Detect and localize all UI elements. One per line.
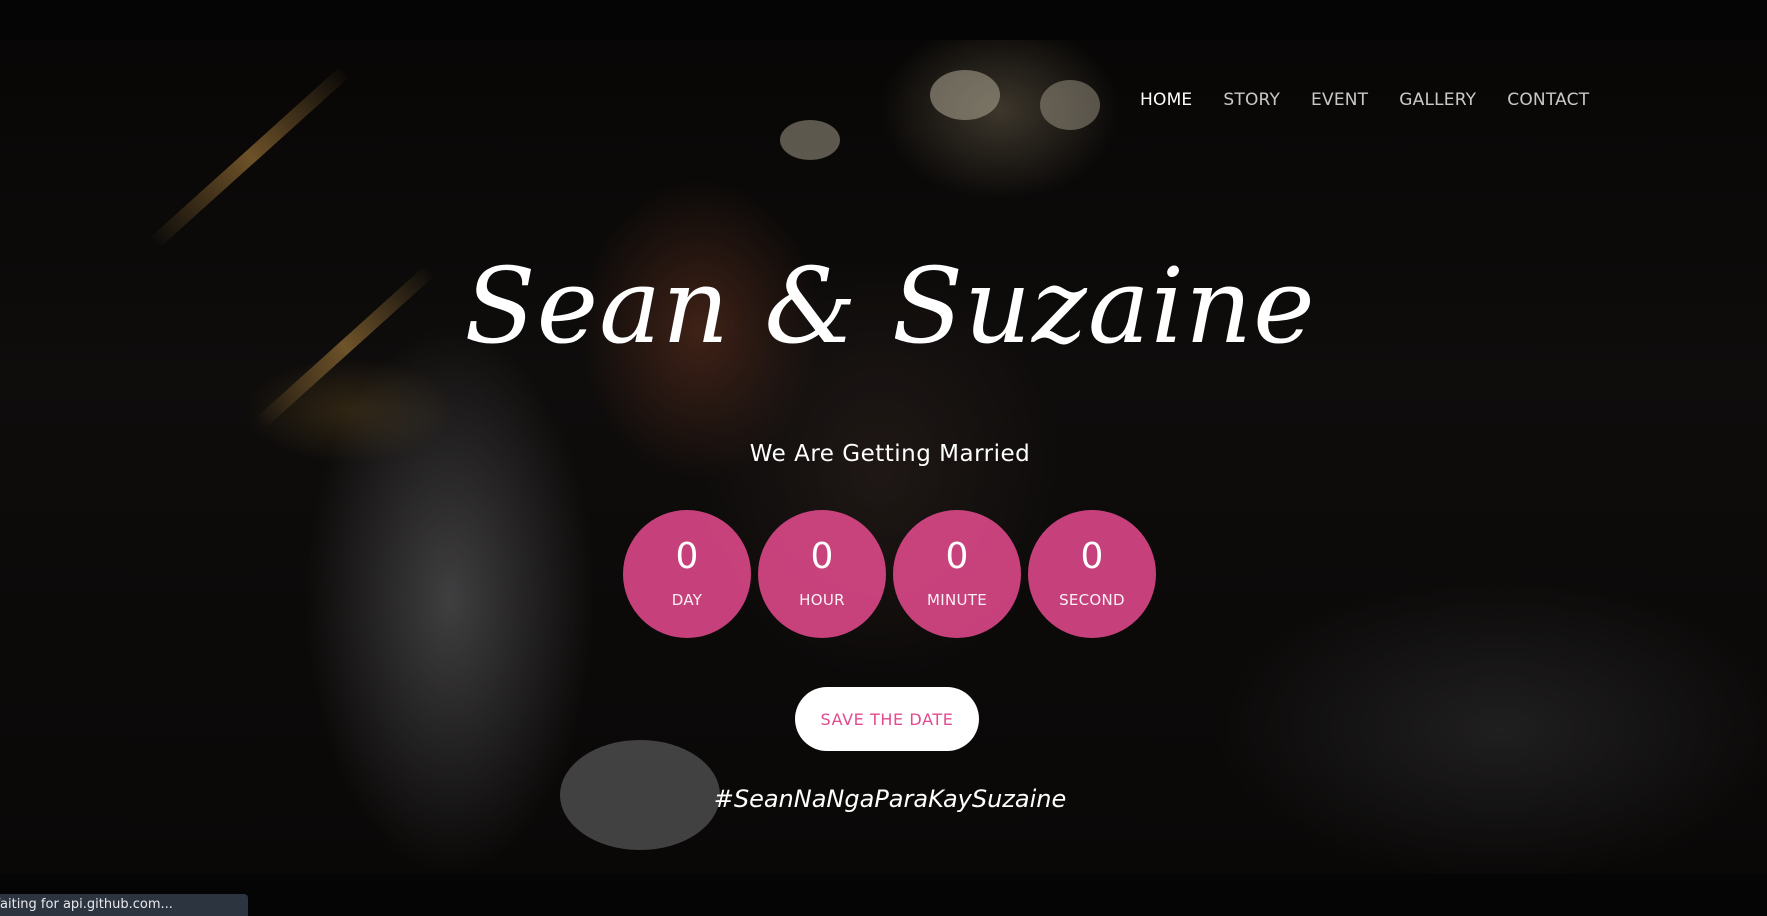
nav-item-gallery[interactable]: GALLERY [1399,90,1476,110]
countdown-day-value: 0 [675,536,699,577]
couple-title: Sean & Suzaine [464,245,1316,367]
wedding-hashtag: #SeanNaNgaParaKaySuzaine [713,785,1067,813]
nav-item-contact[interactable]: CONTACT [1507,90,1589,110]
nav-item-story[interactable]: STORY [1223,90,1280,110]
countdown-day: 0 DAY [623,510,751,638]
main-nav: HOME STORY EVENT GALLERY CONTACT [1140,90,1589,110]
browser-status-bar: Waiting for api.github.com... [0,894,248,916]
countdown-second: 0 SECOND [1028,510,1156,638]
page: HOME STORY EVENT GALLERY CONTACT Sean & … [0,0,1767,916]
countdown-minute: 0 MINUTE [893,510,1021,638]
countdown-timer: 0 DAY 0 HOUR 0 MINUTE 0 SECOND [623,510,1156,638]
countdown-second-value: 0 [1080,536,1104,577]
countdown-hour-label: HOUR [799,591,845,609]
status-text: Waiting for api.github.com... [0,897,173,912]
countdown-day-label: DAY [671,591,703,609]
bottom-bar [0,874,1767,916]
countdown-hour-value: 0 [810,536,834,577]
top-bar [0,0,1767,40]
nav-item-event[interactable]: EVENT [1311,90,1368,110]
countdown-minute-label: MINUTE [926,591,987,609]
countdown-hour: 0 HOUR [758,510,886,638]
nav-item-home[interactable]: HOME [1140,90,1192,110]
save-the-date-button[interactable]: SAVE THE DATE [795,687,979,751]
hero-subtitle: We Are Getting Married [749,441,1031,467]
countdown-minute-value: 0 [945,536,969,577]
countdown-second-label: SECOND [1059,591,1125,609]
